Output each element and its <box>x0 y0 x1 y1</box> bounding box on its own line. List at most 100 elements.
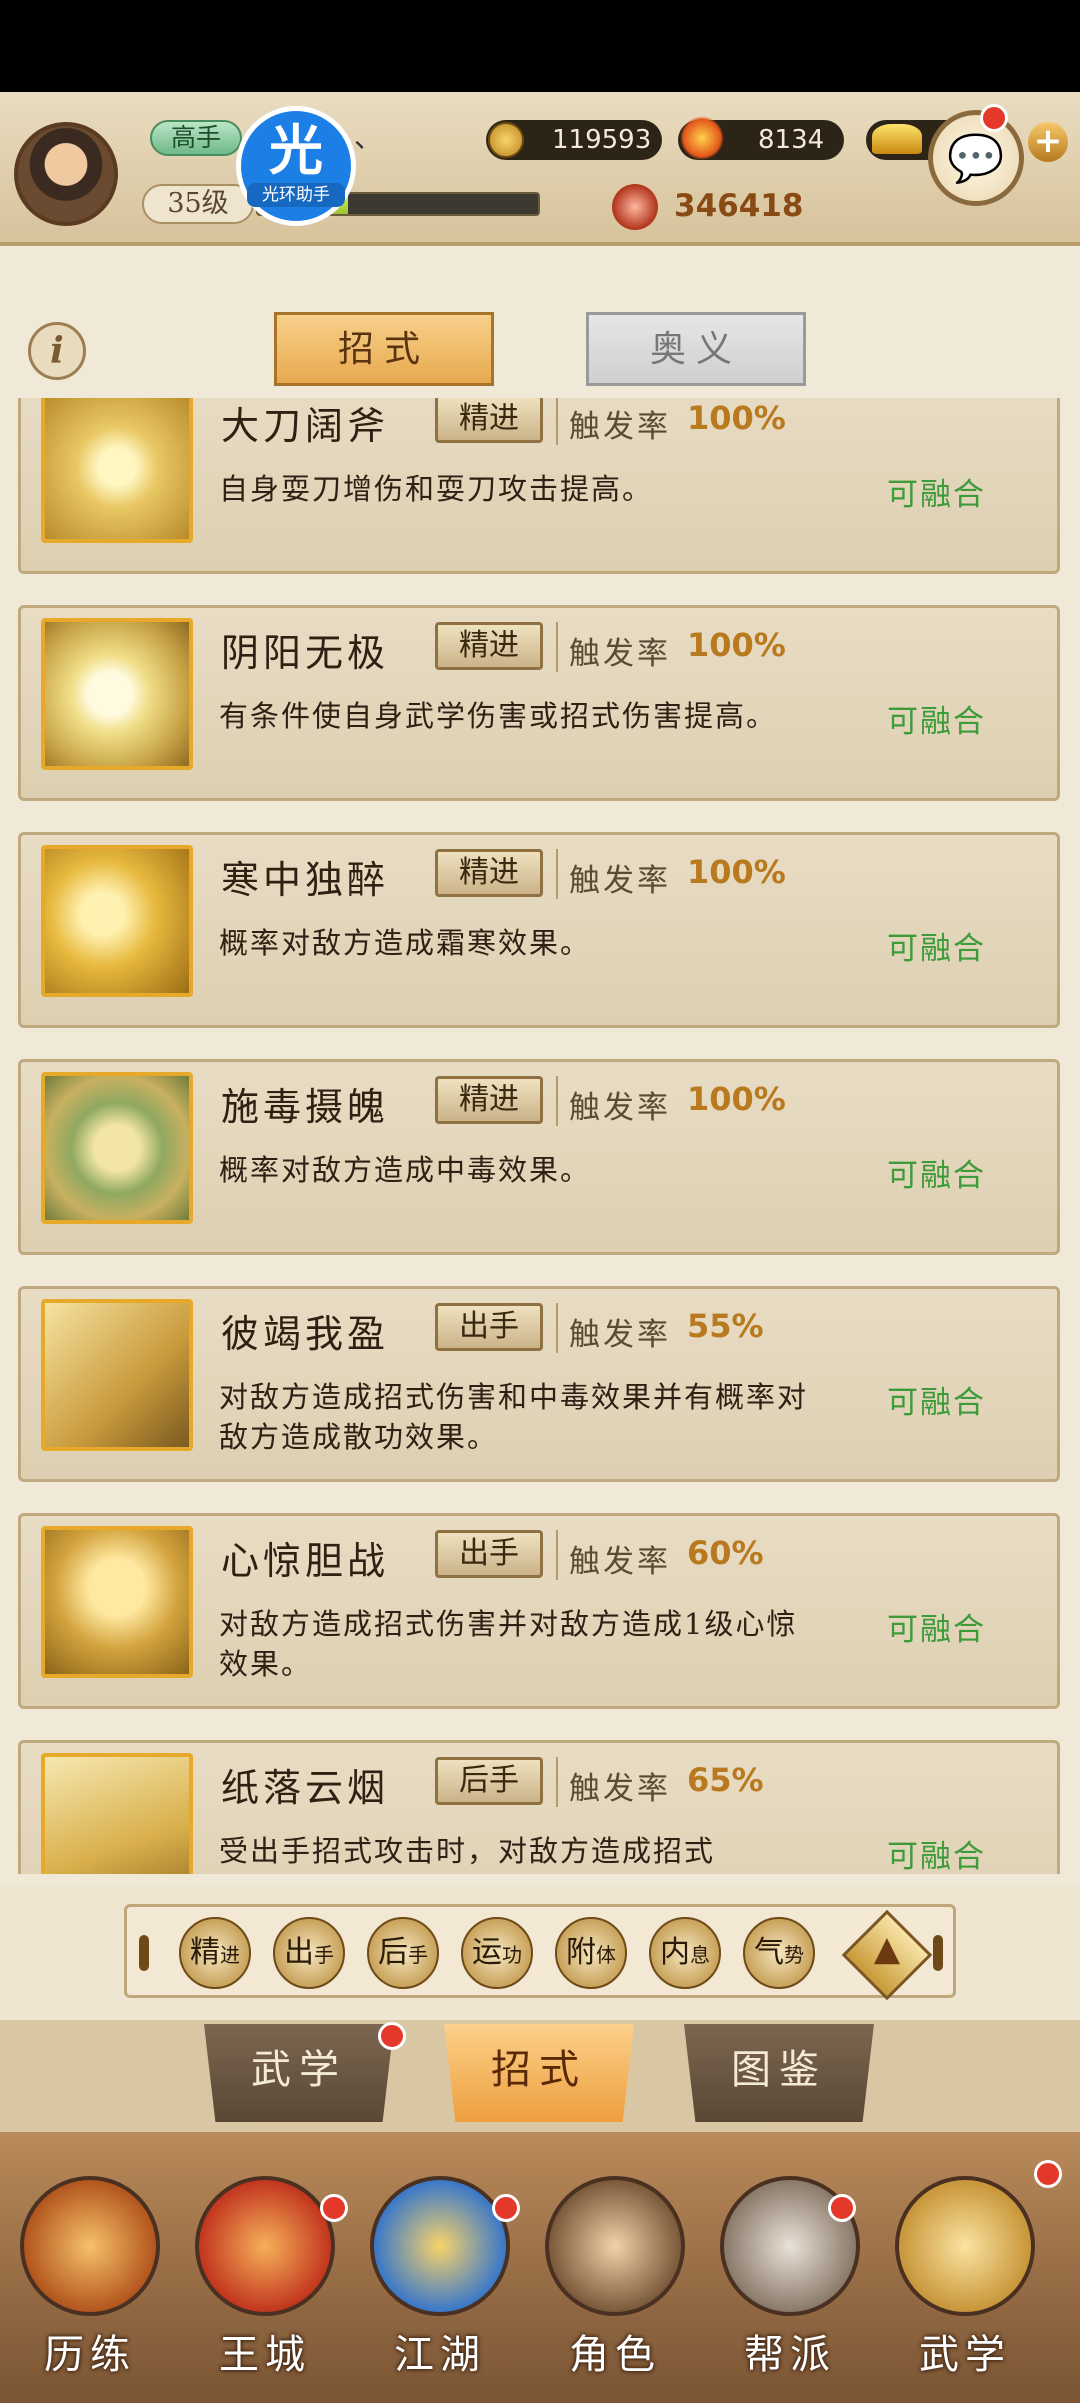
skill-description: 概率对敌方造成中毒效果。 <box>219 1153 592 1187</box>
info-icon[interactable]: i <box>28 322 86 380</box>
nav-icon <box>195 2176 335 2316</box>
skill-card[interactable]: 彼竭我盈 出手 触发率 55% 对敌方造成招式伤害和中毒效果并有概率对敌方造成散… <box>18 1286 1060 1482</box>
skill-list[interactable]: 大刀阔斧 精进 触发率 100% 自身耍刀增伤和耍刀攻击提高。 可融合 阴阳无极… <box>0 398 1080 1874</box>
trigger-rate-label: 触发率 <box>569 863 671 899</box>
fusion-status[interactable]: 可融合 <box>887 1604 986 1649</box>
skill-type-tag: 出手 <box>435 1530 558 1580</box>
level-badge: 35级 <box>142 184 254 224</box>
helper-badge-label: 光环助手 <box>247 183 345 207</box>
skill-card[interactable]: 纸落云烟 后手 触发率 65% 受出手招式攻击时，对敌方造成招式 可融合 <box>18 1740 1060 1874</box>
poison-hand-icon <box>41 1072 193 1224</box>
tab-martial-arts[interactable]: 武学 <box>204 2024 394 2122</box>
helper-badge-char: 光 <box>269 118 323 182</box>
notification-dot <box>1034 2160 1062 2188</box>
filter-main-char: 精 <box>190 1935 220 1970</box>
section-tabs: 武学 招式 图鉴 <box>0 2020 1080 2132</box>
skills-panel: i 招式 奥义 大刀阔斧 精进 触发率 100% 自身耍刀增伤和耍刀攻击提高。 … <box>0 246 1080 1886</box>
skill-card[interactable]: 心惊胆战 出手 触发率 60% 对敌方造成招式伤害并对敌方造成1级心惊效果。 可… <box>18 1513 1060 1709</box>
nav-icon <box>370 2176 510 2316</box>
filter-main-char: 气 <box>754 1935 784 1970</box>
skill-name: 彼竭我盈 <box>221 1312 390 1356</box>
skill-description: 概率对敌方造成霜寒效果。 <box>219 926 592 960</box>
notification-dot <box>828 2194 856 2222</box>
skill-name: 纸落云烟 <box>221 1766 390 1810</box>
flame-gem-icon <box>680 116 724 160</box>
nav-label: 角色 <box>569 2332 661 2378</box>
filter-sub-char: 手 <box>408 1943 428 1967</box>
skill-name: 寒中独醉 <box>221 858 390 902</box>
skill-name: 大刀阔斧 <box>221 404 390 448</box>
trigger-rate-label: 触发率 <box>569 1090 671 1126</box>
notification-dot <box>492 2194 520 2222</box>
nav-item[interactable]: 历练 <box>10 2176 170 2386</box>
helper-overlay-badge[interactable]: 光 光环助手 <box>236 106 356 226</box>
skill-type-tag: 精进 <box>435 849 558 899</box>
chat-bubble-icon: 💬 <box>947 131 1005 185</box>
trigger-rate-label: 触发率 <box>569 409 671 445</box>
filter-main-char: 运 <box>472 1935 502 1970</box>
nav-label: 历练 <box>44 2332 136 2378</box>
filter-button[interactable]: 运功 <box>461 1917 533 1989</box>
coin-icon <box>488 122 524 158</box>
filter-sub-char: 功 <box>502 1943 522 1967</box>
trigger-rate-label: 触发率 <box>569 636 671 672</box>
skill-card[interactable]: 阴阳无极 精进 触发率 100% 有条件使自身武学伤害或招式伤害提高。 可融合 <box>18 605 1060 801</box>
filter-button[interactable]: 后手 <box>367 1917 439 1989</box>
skill-type-tag: 精进 <box>435 398 558 445</box>
martial-arts-notification-dot <box>378 2022 406 2050</box>
nav-label: 武学 <box>919 2332 1011 2378</box>
fusion-status[interactable]: 可融合 <box>887 1831 986 1874</box>
skill-description: 受出手招式攻击时，对敌方造成招式 <box>219 1834 716 1868</box>
filter-button[interactable]: 内息 <box>649 1917 721 1989</box>
fusion-status[interactable]: 可融合 <box>887 469 986 514</box>
skill-type-tag: 出手 <box>435 1303 558 1353</box>
tab-moves[interactable]: 招式 <box>274 312 494 386</box>
fusion-status[interactable]: 可融合 <box>887 696 986 741</box>
trigger-rate-value: 100% <box>687 626 786 664</box>
slash-fighter-icon <box>41 1526 193 1678</box>
nav-label: 帮派 <box>744 2332 836 2378</box>
filter-bar-endcap-left <box>139 1935 149 1971</box>
skill-type-tag: 精进 <box>435 1076 558 1126</box>
skill-name: 阴阳无极 <box>221 631 390 675</box>
trigger-rate-value: 100% <box>687 1080 786 1118</box>
skill-description: 自身耍刀增伤和耍刀攻击提高。 <box>219 472 654 506</box>
filter-sub-char: 势 <box>784 1943 804 1967</box>
skill-description: 对敌方造成招式伤害和中毒效果并有概率对敌方造成散功效果。 <box>219 1380 809 1454</box>
chat-button[interactable]: 💬 <box>928 110 1024 206</box>
filter-button[interactable]: 精进 <box>179 1917 251 1989</box>
skill-card[interactable]: 寒中独醉 精进 触发率 100% 概率对敌方造成霜寒效果。 可融合 <box>18 832 1060 1028</box>
filter-sub-char: 手 <box>314 1943 334 1967</box>
nav-item[interactable]: 角色 <box>535 2176 695 2386</box>
glowing-orb-icon <box>41 618 193 770</box>
drinker-icon <box>41 845 193 997</box>
filter-sub-char: 息 <box>690 1943 710 1967</box>
tab-moves-bottom[interactable]: 招式 <box>444 2024 634 2122</box>
chat-notification-dot <box>980 104 1008 132</box>
add-currency-button[interactable]: + <box>1028 122 1068 162</box>
trigger-rate-value: 60% <box>687 1534 764 1572</box>
fusion-status[interactable]: 可融合 <box>887 1377 986 1422</box>
power-value: 346418 <box>674 188 804 224</box>
fusion-status[interactable]: 可融合 <box>887 923 986 968</box>
skill-type-tag: 后手 <box>435 1757 558 1807</box>
skill-card[interactable]: 施毒摄魄 精进 触发率 100% 概率对敌方造成中毒效果。 可融合 <box>18 1059 1060 1255</box>
tab-secrets[interactable]: 奥义 <box>586 312 806 386</box>
player-header: 高手 、、 35级 光 光环助手 119593 8134 346418 💬 + <box>0 92 1080 246</box>
silver-counter: 119593 <box>486 120 662 160</box>
trigger-rate-label: 触发率 <box>569 1317 671 1353</box>
nav-item[interactable]: 武学 <box>885 2176 1045 2386</box>
blade-fighter-icon <box>41 398 193 543</box>
skill-card[interactable]: 大刀阔斧 精进 触发率 100% 自身耍刀增伤和耍刀攻击提高。 可融合 <box>18 398 1060 574</box>
filter-button[interactable]: 出手 <box>273 1917 345 1989</box>
player-avatar[interactable] <box>14 122 118 226</box>
filter-button[interactable]: 附体 <box>555 1917 627 1989</box>
filter-bar: 精进 出手 后手 运功 附体 内息 气势 ▲ <box>124 1904 956 2001</box>
tab-compendium[interactable]: 图鉴 <box>684 2024 874 2122</box>
filter-button[interactable]: 气势 <box>743 1917 815 1989</box>
skill-description: 有条件使自身武学伤害或招式伤害提高。 <box>219 699 778 733</box>
fusion-status[interactable]: 可融合 <box>887 1150 986 1195</box>
combat-power: 346418 <box>612 184 812 230</box>
skill-description: 对敌方造成招式伤害并对敌方造成1级心惊效果。 <box>219 1607 798 1681</box>
trigger-rate-label: 触发率 <box>569 1771 671 1807</box>
